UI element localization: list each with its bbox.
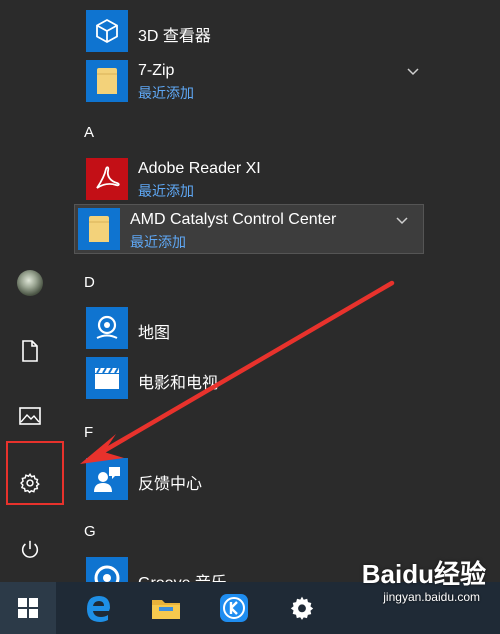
edge-browser-icon: [87, 596, 110, 622]
baidu-jingyan-watermark: Baidu经验 jingyan.baidu.com: [312, 554, 492, 618]
start-button[interactable]: [0, 582, 56, 634]
user-avatar: [17, 270, 43, 296]
user-avatar-button[interactable]: [4, 259, 56, 307]
tile: [86, 158, 128, 200]
app-item-adobe-reader[interactable]: Adobe Reader XI 最近添加: [80, 154, 420, 204]
documents-button[interactable]: [4, 327, 56, 375]
recently-added-label: 最近添加: [130, 234, 186, 250]
app-item-amd-catalyst[interactable]: AMD Catalyst Control Center 最近添加: [74, 204, 424, 254]
tile: [86, 458, 128, 500]
tile: [86, 557, 128, 582]
tile: [86, 60, 128, 102]
folder-icon: [89, 216, 109, 242]
kugou-music-icon: [220, 594, 248, 622]
tile: [86, 307, 128, 349]
settings-highlight-box: [6, 441, 64, 505]
app-name: 地图: [138, 325, 171, 342]
taskbar-edge-button[interactable]: [72, 582, 124, 634]
section-letter-d[interactable]: D: [84, 274, 95, 291]
map-pin-icon: [96, 315, 118, 339]
clapperboard-icon: [95, 367, 119, 389]
app-list: 3D 查看器 7-Zip 最近添加 A Adobe Reader XI 最近添加…: [70, 0, 500, 582]
app-name: 3D 查看器: [138, 28, 211, 45]
section-letter-g[interactable]: G: [84, 523, 96, 540]
app-name: Groove 音乐: [138, 569, 227, 582]
app-name: AMD Catalyst Control Center: [130, 211, 337, 228]
tile: [86, 10, 128, 52]
tile: [78, 208, 120, 250]
power-icon: [21, 540, 39, 558]
chevron-down-icon[interactable]: [395, 213, 409, 227]
groove-disc-icon: [94, 565, 120, 582]
taskbar-kugou-button[interactable]: [208, 582, 260, 634]
cube-icon: [96, 18, 118, 44]
app-item-3d-viewer[interactable]: 3D 查看器: [80, 6, 420, 56]
folder-icon: [97, 68, 117, 94]
acrobat-icon: [96, 166, 120, 189]
app-name: 7-Zip: [138, 62, 175, 79]
recently-added-label: 最近添加: [138, 183, 194, 199]
chevron-down-icon[interactable]: [406, 64, 420, 78]
windows-start-icon: [18, 598, 38, 618]
app-name: 电影和电视: [138, 375, 219, 392]
app-item-7zip[interactable]: 7-Zip 最近添加: [80, 56, 420, 106]
power-button[interactable]: [4, 526, 56, 574]
pictures-button[interactable]: [4, 392, 56, 440]
app-item-feedback-hub[interactable]: 反馈中心: [80, 454, 420, 504]
document-icon: [22, 340, 38, 362]
app-item-maps[interactable]: 地图: [80, 303, 420, 353]
taskbar-file-explorer-button[interactable]: [140, 582, 192, 634]
feedback-icon: [94, 467, 120, 492]
watermark-logo: Baidu经验: [361, 559, 486, 589]
section-letter-f[interactable]: F: [84, 424, 93, 441]
tile: [86, 357, 128, 399]
file-explorer-icon: [152, 600, 180, 619]
recently-added-label: 最近添加: [138, 85, 194, 101]
picture-icon: [19, 407, 41, 425]
section-letter-a[interactable]: A: [84, 124, 94, 141]
app-item-movies-tv[interactable]: 电影和电视: [80, 353, 420, 403]
start-menu: 3D 查看器 7-Zip 最近添加 A Adobe Reader XI 最近添加…: [0, 0, 500, 582]
app-name: 反馈中心: [138, 476, 203, 493]
app-name: Adobe Reader XI: [138, 160, 261, 177]
watermark-url: jingyan.baidu.com: [383, 590, 480, 604]
